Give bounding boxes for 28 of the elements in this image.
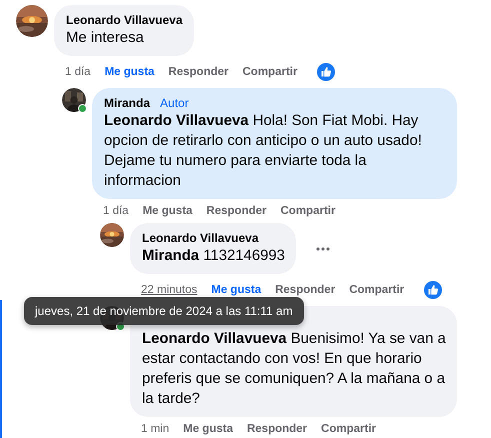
timestamp-link[interactable]: 1 día	[103, 203, 129, 219]
comment-text: Me interesa	[66, 29, 145, 48]
thumbs-up-icon[interactable]	[424, 281, 442, 299]
share-link[interactable]: Compartir	[349, 282, 404, 298]
reply-link[interactable]: Responder	[246, 421, 308, 437]
like-link[interactable]: Me gusta	[104, 64, 154, 80]
share-link[interactable]: Compartir	[321, 421, 376, 437]
share-link[interactable]: Compartir	[280, 203, 336, 219]
share-link[interactable]: Compartir	[242, 64, 298, 80]
author-name[interactable]: Leonardo Villavueva	[142, 230, 258, 246]
author-name[interactable]: Miranda	[104, 95, 150, 111]
author-name[interactable]: Leonardo Villavueva	[66, 12, 182, 28]
date-tooltip: jueves, 21 de noviembre de 2024 a las 11:11 am	[24, 297, 304, 325]
reply-link[interactable]: Responder	[275, 282, 336, 298]
author-label: Autor	[160, 95, 189, 111]
comment-text: Leonardo Villavueva Buenisimo! Ya se van a estar contactando con vos! En que horario preferis que se comuniquen? A la mañana o a la tarde?	[142, 330, 446, 409]
more-icon	[316, 246, 330, 250]
comment-text: Leonardo Villavueva Hola! Son Fiat Mobi. Hay opcion de retirarlo con anticipo o un auto usado! Dejame tu numero para enviarte toda la informacion	[104, 112, 423, 191]
thumbs-up-icon[interactable]	[317, 63, 336, 81]
like-link[interactable]: Me gusta	[142, 203, 192, 219]
comment-text: Miranda 1132146993	[142, 247, 285, 266]
reply-link[interactable]: Responder	[168, 64, 228, 80]
timestamp-link[interactable]: 1 min	[141, 421, 170, 437]
timestamp-link[interactable]: 1 día	[65, 64, 91, 80]
like-link[interactable]: Me gusta	[211, 282, 262, 298]
timestamp-link[interactable]: 22 minutos	[141, 282, 198, 298]
reply-link[interactable]: Responder	[206, 203, 266, 219]
like-link[interactable]: Me gusta	[183, 421, 233, 437]
